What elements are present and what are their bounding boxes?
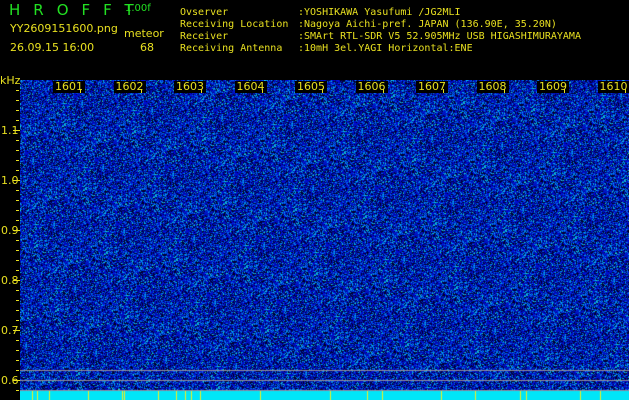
- x-tick: [382, 89, 384, 93]
- y-tick-label: 1.0: [1, 174, 19, 187]
- y-tick: [16, 160, 19, 161]
- y-tick: [16, 310, 19, 311]
- y-tick-label: 0.7: [1, 324, 19, 337]
- x-tick: [503, 89, 505, 93]
- info-key: Receiving Antenna: [180, 43, 283, 54]
- y-tick: [16, 150, 19, 151]
- y-tick: [16, 370, 19, 371]
- x-tick: [140, 89, 142, 93]
- y-tick: [16, 360, 19, 361]
- y-tick: [16, 140, 19, 141]
- file-name: YY2609151600.png: [10, 22, 118, 35]
- y-tick: [16, 240, 19, 241]
- y-tick-label: 0.8: [1, 274, 19, 287]
- y-tick: [16, 120, 19, 121]
- y-tick: [16, 290, 19, 291]
- y-tick-label: 0.9: [1, 224, 19, 237]
- datetime: 26.09.15 16:00: [10, 41, 95, 54]
- y-tick: [16, 190, 19, 191]
- y-tick: [16, 270, 19, 271]
- y-axis-unit: kHz: [0, 74, 21, 87]
- y-tick: [16, 210, 19, 211]
- x-tick: [624, 89, 626, 93]
- info-row: Ovserver :YOSHIKAWA Yasufumi /JG2MLI: [180, 7, 581, 19]
- event-label: meteor: [124, 27, 164, 40]
- info-row: Receiver :SMArt RTL-SDR V5 52.905MHz USB …: [180, 31, 581, 43]
- x-tick: [564, 89, 565, 93]
- y-tick: [16, 340, 19, 341]
- y-tick: [16, 390, 19, 391]
- y-tick-label: 1.1: [1, 124, 19, 137]
- spectrogram-waterfall: [20, 80, 629, 400]
- y-tick-label: 0.6: [1, 374, 19, 387]
- y-tick: [16, 320, 19, 321]
- y-tick: [16, 260, 19, 261]
- info-value: :YOSHIKAWA Yasufumi /JG2MLI: [298, 7, 461, 18]
- y-tick: [16, 250, 19, 251]
- info-value: :SMArt RTL-SDR V5 52.905MHz USB HIGASHIM…: [298, 31, 581, 42]
- info-key: Ovserver: [180, 7, 229, 18]
- info-row: Receiving Location :Nagoya Aichi-pref. JA…: [180, 19, 581, 31]
- info-row: Receiving Antenna :10mH 3el.YAGI Horizont…: [180, 43, 581, 55]
- y-tick: [16, 170, 19, 171]
- y-tick: [16, 90, 19, 91]
- y-tick: [16, 220, 19, 221]
- info-value: :Nagoya Aichi-pref. JAPAN (136.90E, 35.2…: [298, 19, 557, 30]
- info-key: Receiver: [180, 31, 229, 42]
- x-tick: [80, 89, 81, 93]
- x-tick: [443, 89, 444, 93]
- version: 1.00f: [125, 3, 151, 14]
- y-tick: [16, 110, 19, 111]
- x-tick: [261, 89, 263, 93]
- event-count: 68: [140, 41, 154, 54]
- y-tick: [16, 350, 19, 351]
- x-tick: [201, 89, 202, 93]
- y-tick: [16, 300, 19, 301]
- info-value: :10mH 3el.YAGI Horizontal:ENE: [298, 43, 473, 54]
- info-key: Receiving Location: [180, 19, 289, 30]
- station-info: Ovserver :YOSHIKAWA Yasufumi /JG2MLI Rece…: [180, 7, 581, 55]
- y-tick: [16, 200, 19, 201]
- x-tick: [322, 89, 323, 93]
- y-tick: [16, 100, 19, 101]
